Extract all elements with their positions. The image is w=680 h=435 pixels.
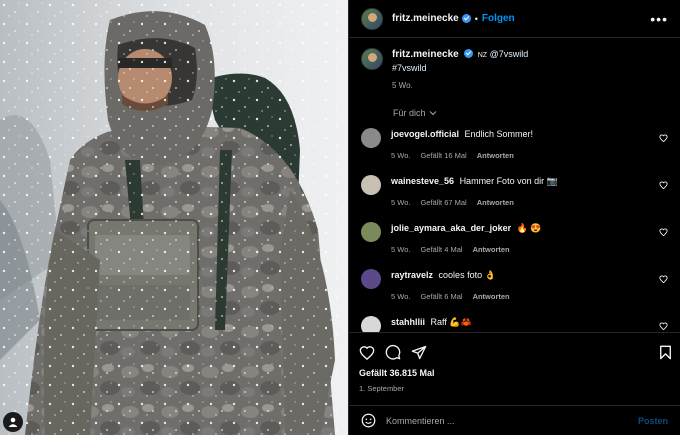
flag-label: NZ <box>477 52 488 59</box>
post-actions: Gefällt 36.815 Mal 1. September <box>349 332 680 393</box>
post-header: fritz.meinecke • Folgen ••• <box>349 0 680 38</box>
commenter-username[interactable]: stahhllii <box>391 317 425 327</box>
comment-text: Raff 💪🦀 <box>430 317 472 327</box>
comment-like-heart-icon[interactable] <box>659 134 668 142</box>
comment-bubble-icon[interactable] <box>385 344 401 360</box>
emoji-smiley-icon[interactable] <box>361 413 376 428</box>
commenter-avatar[interactable] <box>361 316 381 332</box>
post-modal: fritz.meinecke • Folgen ••• fritz.meinec… <box>0 0 680 435</box>
comment-list: joevogel.official Endlich Sommer! 5 Wo. … <box>361 128 668 332</box>
comment-text: cooles foto 👌 <box>438 270 496 280</box>
post-photo[interactable] <box>0 0 348 435</box>
comment-likes[interactable]: Gefällt 6 Mal <box>420 291 462 303</box>
comment-text: Endlich Sommer! <box>464 129 534 139</box>
comment-item: wainesteve_56 Hammer Foto von dir 📷 5 Wo… <box>361 175 668 209</box>
commenter-avatar[interactable] <box>361 128 381 148</box>
commenter-username[interactable]: joevogel.official <box>391 129 459 139</box>
verified-badge-icon <box>461 14 471 23</box>
author-username[interactable]: fritz.meinecke <box>392 13 459 24</box>
comment-like-heart-icon[interactable] <box>659 322 668 330</box>
separator: • <box>474 13 478 24</box>
reply-button[interactable]: Antworten <box>477 150 514 162</box>
photo-illustration <box>0 0 348 435</box>
comment-input[interactable]: Kommentieren ... <box>386 416 638 426</box>
reply-button[interactable]: Antworten <box>477 197 514 209</box>
commenter-avatar[interactable] <box>361 175 381 195</box>
comment-item: stahhllii Raff 💪🦀 5 Wo. Gefällt 5 Mal An… <box>361 316 668 332</box>
user-icon <box>8 417 18 427</box>
commenter-username[interactable]: jolie_aymara_aka_der_joker <box>391 223 511 233</box>
sort-label: Für dich <box>393 108 426 118</box>
comment-like-heart-icon[interactable] <box>659 181 668 189</box>
comment-like-heart-icon[interactable] <box>659 228 668 236</box>
add-comment-bar: Kommentieren ... Posten <box>349 405 680 435</box>
comments-scroll[interactable]: fritz.meinecke NZ @7vswild #7vswild 5 Wo… <box>349 38 680 332</box>
follow-button[interactable]: Folgen <box>482 13 515 24</box>
commenter-avatar[interactable] <box>361 269 381 289</box>
comment-sort-dropdown[interactable]: Für dich <box>393 108 668 118</box>
more-options-icon[interactable]: ••• <box>650 12 668 26</box>
comment-item: joevogel.official Endlich Sommer! 5 Wo. … <box>361 128 668 162</box>
comment-time: 5 Wo. <box>391 245 411 254</box>
bookmark-save-icon[interactable] <box>659 345 672 360</box>
caption-hashtag[interactable]: #7vswild <box>392 62 528 74</box>
caption-avatar[interactable] <box>361 48 383 70</box>
commenter-username[interactable]: raytravelz <box>391 270 433 280</box>
verified-badge-icon <box>464 49 474 58</box>
post-date: 1. September <box>359 384 405 393</box>
comment-likes[interactable]: Gefällt 67 Mal <box>420 197 466 209</box>
share-paper-plane-icon[interactable] <box>411 345 427 360</box>
comment-text: Hammer Foto von dir 📷 <box>459 176 558 186</box>
comment-time: 5 Wo. <box>391 292 411 301</box>
like-heart-icon[interactable] <box>359 345 375 360</box>
commenter-avatar[interactable] <box>361 222 381 242</box>
chevron-down-icon <box>429 111 436 116</box>
caption-mention[interactable]: @7vswild <box>490 49 529 59</box>
caption-username[interactable]: fritz.meinecke <box>392 49 459 60</box>
like-count[interactable]: Gefällt 36.815 Mal <box>359 368 672 378</box>
author-avatar[interactable] <box>361 7 383 30</box>
reply-button[interactable]: Antworten <box>473 244 510 256</box>
comment-likes[interactable]: Gefällt 16 Mal <box>420 150 466 162</box>
comment-like-heart-icon[interactable] <box>659 275 668 283</box>
comment-text: 🔥 😍 <box>516 223 542 233</box>
caption-time: 5 Wo. <box>392 81 413 90</box>
comment-item: raytravelz cooles foto 👌 5 Wo. Gefällt 6… <box>361 269 668 303</box>
comment-time: 5 Wo. <box>391 151 411 160</box>
reply-button[interactable]: Antworten <box>473 291 510 303</box>
post-sidebar: fritz.meinecke • Folgen ••• fritz.meinec… <box>348 0 680 435</box>
tagged-user-icon[interactable] <box>3 412 23 432</box>
comment-item: jolie_aymara_aka_der_joker 🔥 😍 5 Wo. Gef… <box>361 222 668 256</box>
commenter-username[interactable]: wainesteve_56 <box>391 176 454 186</box>
comment-likes[interactable]: Gefällt 4 Mal <box>420 244 462 256</box>
post-comment-button[interactable]: Posten <box>638 416 668 426</box>
comment-time: 5 Wo. <box>391 198 411 207</box>
post-caption: fritz.meinecke NZ @7vswild #7vswild 5 Wo… <box>361 48 668 92</box>
